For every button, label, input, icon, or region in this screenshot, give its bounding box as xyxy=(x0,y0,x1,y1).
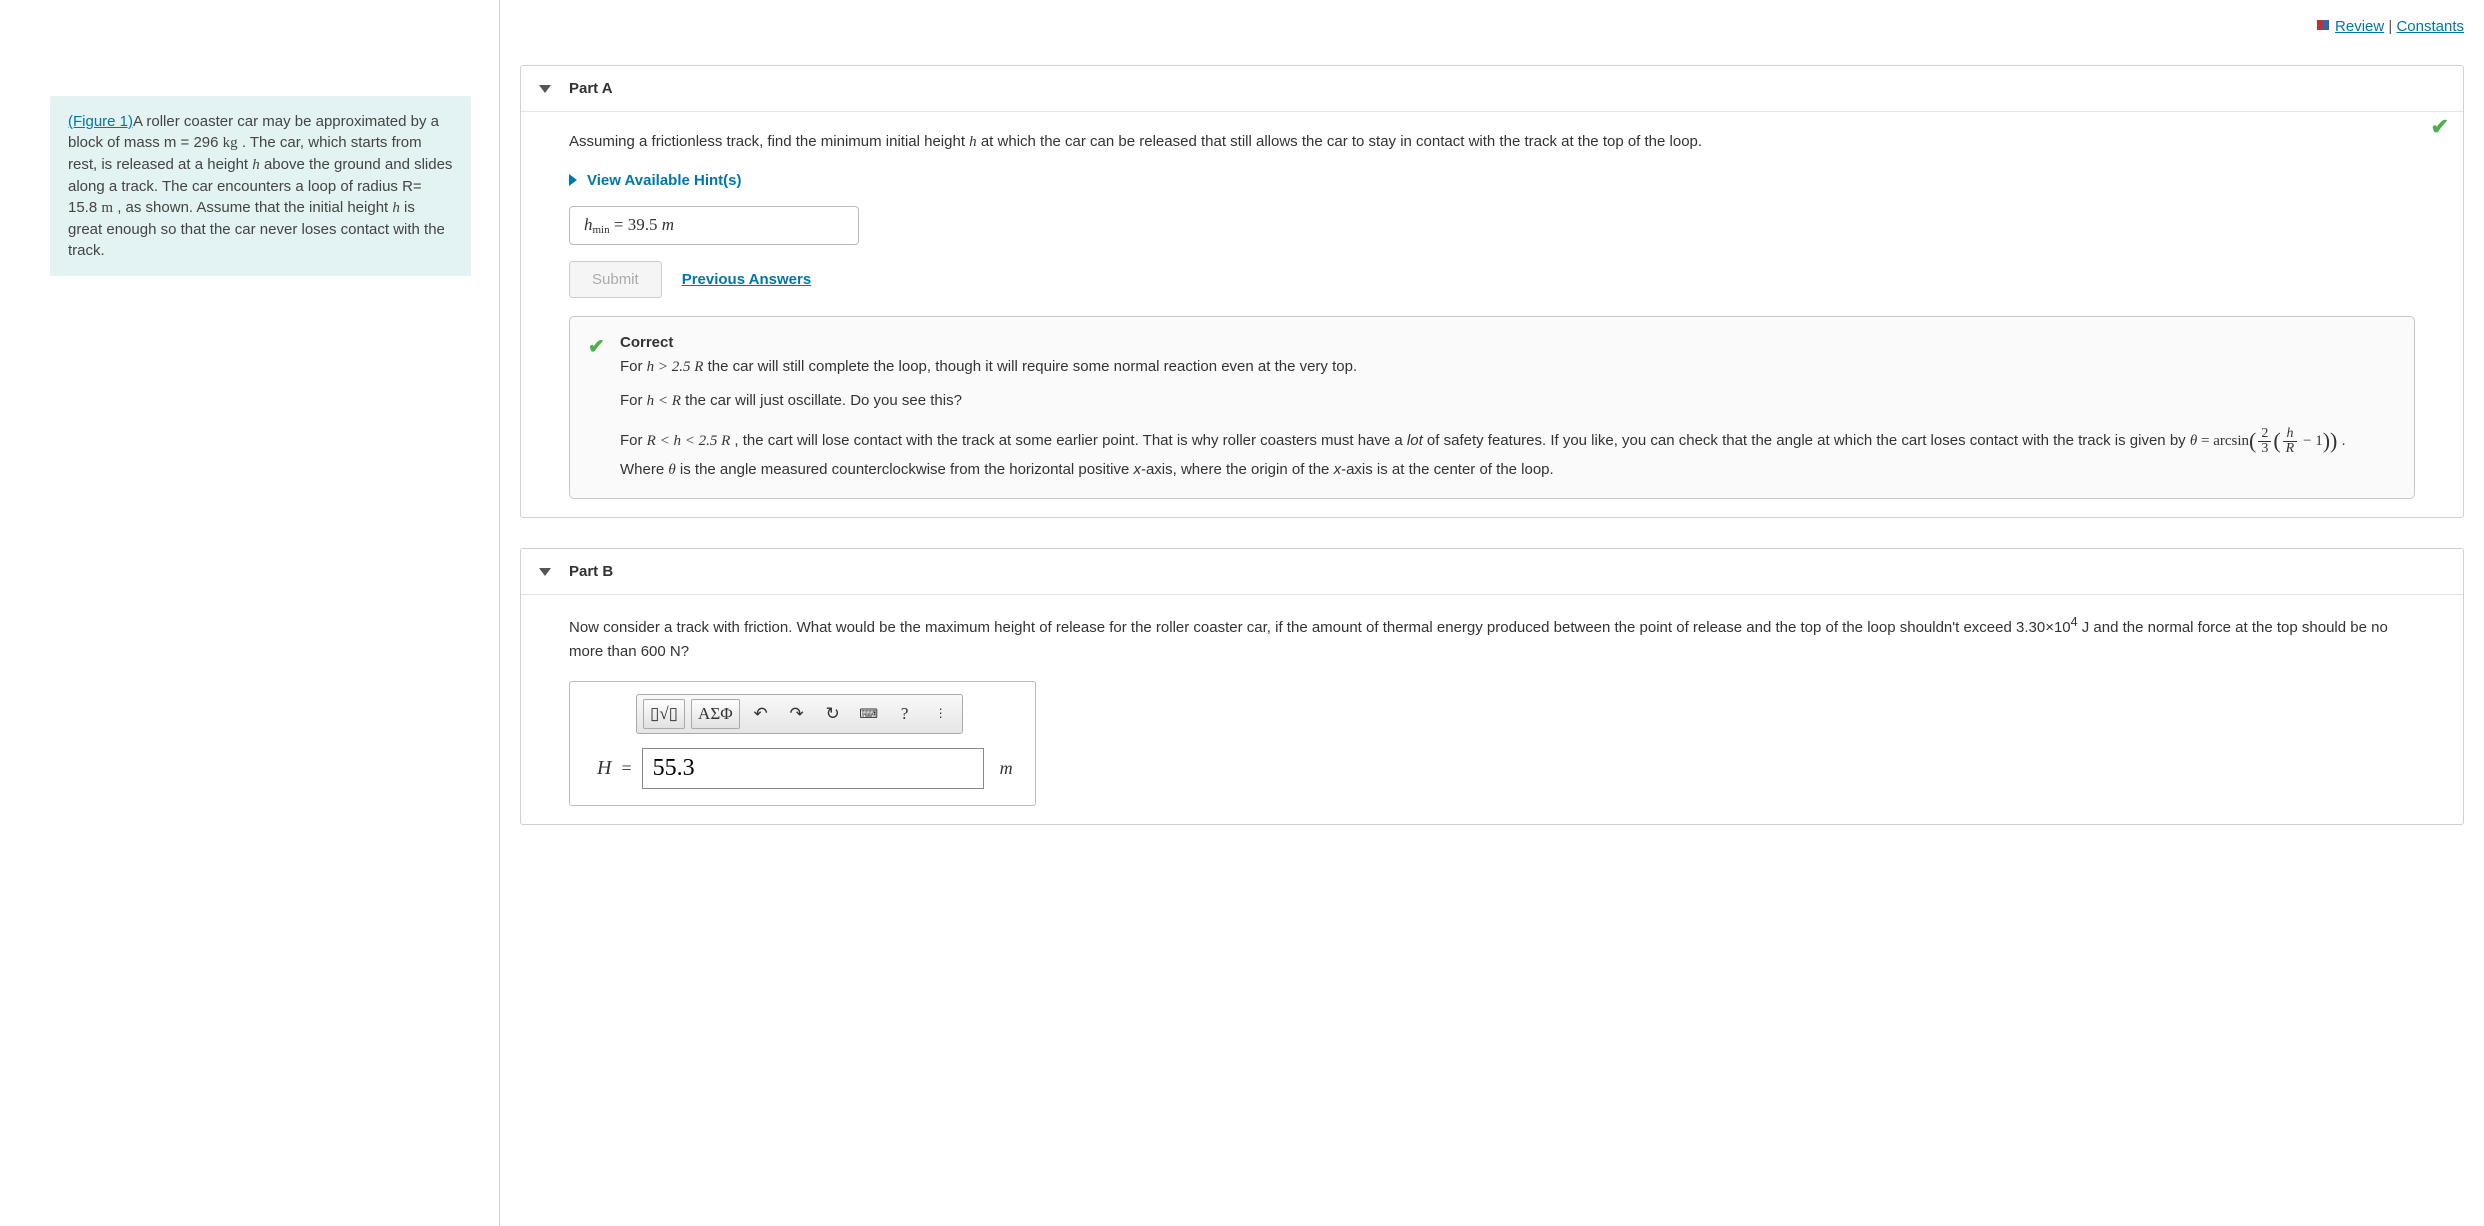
help-button[interactable]: ? xyxy=(890,699,920,729)
frac-2-3: 23 xyxy=(2258,427,2271,456)
redo-button[interactable]: ↷ xyxy=(782,699,812,729)
fb-arcsin: arcsin xyxy=(2213,433,2249,449)
submit-button: Submit xyxy=(569,261,662,298)
part-b-title: Part B xyxy=(569,563,613,580)
f2d: R xyxy=(2283,442,2298,456)
review-link[interactable]: Review xyxy=(2335,18,2384,35)
hints-label: View Available Hint(s) xyxy=(587,172,742,189)
eq-unit: m xyxy=(1000,758,1013,779)
equation-toolbar: ▯√▯ ΑΣΦ ↶ ↷ ↻ ⌨ ? ⋮ xyxy=(636,694,963,734)
f2n: h xyxy=(2283,427,2298,442)
reset-button[interactable]: ↻ xyxy=(818,699,848,729)
fb1b: h > 2.5 R xyxy=(647,359,704,375)
correct-label: Correct xyxy=(620,331,2394,355)
part-a-check-icon: ✔ xyxy=(2431,114,2449,140)
fb3g: is the angle measured counterclockwise f… xyxy=(676,461,1134,478)
right-column: Review | Constants ✔ Part A Assuming a f… xyxy=(500,0,2484,1226)
fb-theta2: θ xyxy=(668,462,675,478)
unit-m: m xyxy=(101,200,113,216)
undo-button[interactable]: ↶ xyxy=(746,699,776,729)
part-a-feedback: ✔ Correct For h > 2.5 R the car will sti… xyxy=(569,316,2415,499)
var-h-1: h xyxy=(252,157,260,173)
pb-exp: 4 xyxy=(2071,615,2078,629)
fb-eqs: = xyxy=(2197,433,2213,449)
fb-m1: − 1 xyxy=(2299,433,2322,449)
figure-link[interactable]: (Figure 1) xyxy=(68,113,133,130)
templates-button[interactable]: ▯√▯ xyxy=(643,699,685,729)
book-icon xyxy=(2317,20,2329,30)
fb3e: of safety features. If you like, you can… xyxy=(1423,432,2190,449)
part-a-title: Part A xyxy=(569,80,613,97)
part-a: ✔ Part A Assuming a frictionless track, … xyxy=(520,65,2464,518)
frac-h-r: hR xyxy=(2283,427,2298,456)
part-b-header[interactable]: Part B xyxy=(521,549,2463,595)
fb3h: -axis, where the origin of the xyxy=(1141,461,1334,478)
check-icon: ✔ xyxy=(588,331,605,363)
lparen1: ( xyxy=(2249,428,2256,453)
eq-equals: = xyxy=(621,758,631,779)
previous-answers-link[interactable]: Previous Answers xyxy=(682,271,812,288)
fb1c: the car will still complete the loop, th… xyxy=(703,358,1357,375)
unit-kg: kg xyxy=(223,135,238,151)
expand-icon xyxy=(569,174,577,186)
top-sep: | xyxy=(2384,18,2396,35)
equation-row: H = m xyxy=(597,748,1013,789)
fb2b: h < R xyxy=(647,393,681,409)
collapse-icon xyxy=(539,85,551,93)
feedback-line3: For R < h < 2.5 R , the cart will lose c… xyxy=(620,423,2394,482)
answer-input[interactable] xyxy=(642,748,984,789)
part-a-prompt: Assuming a frictionless track, find the … xyxy=(569,130,2415,154)
part-a-header[interactable]: Part A xyxy=(521,66,2463,112)
f1n: 2 xyxy=(2258,427,2271,442)
greek-button[interactable]: ΑΣΦ xyxy=(691,699,740,729)
var-h-2: h xyxy=(392,200,400,216)
rparen2: ) xyxy=(2323,428,2330,453)
left-column: (Figure 1)A roller coaster car may be ap… xyxy=(0,0,500,1226)
pa-prompt-1: Assuming a frictionless track, find the … xyxy=(569,133,969,150)
fb3c: , the cart will lose contact with the tr… xyxy=(730,432,1407,449)
keyboard-button[interactable]: ⌨ xyxy=(854,699,884,729)
part-b-body: Now consider a track with friction. What… xyxy=(521,595,2463,806)
eq-var-label: H xyxy=(597,757,611,780)
top-links: Review | Constants xyxy=(520,0,2464,65)
part-a-answer: hmin = 39.5 m xyxy=(569,206,859,245)
part-a-body: Assuming a frictionless track, find the … xyxy=(521,112,2463,499)
pa-prompt-var: h xyxy=(969,134,977,150)
part-b: Part B Now consider a track with frictio… xyxy=(520,548,2464,825)
constants-link[interactable]: Constants xyxy=(2396,18,2464,35)
fb3i: -axis is at the center of the loop. xyxy=(1341,461,1554,478)
ans-unit: m xyxy=(657,215,674,234)
fb-x1: x xyxy=(1133,461,1141,478)
pb-prompt-1: Now consider a track with friction. What… xyxy=(569,619,2071,636)
fb2a: For xyxy=(620,392,647,409)
problem-text-4: , as shown. Assume that the initial heig… xyxy=(113,199,392,216)
collapse-icon xyxy=(539,568,551,576)
fb3b: R < h < 2.5 R xyxy=(647,433,731,449)
fb3d: lot xyxy=(1407,432,1423,449)
fb1a: For xyxy=(620,358,647,375)
problem-statement: (Figure 1)A roller coaster car may be ap… xyxy=(50,96,471,276)
pa-prompt-2: at which the car can be released that st… xyxy=(977,133,1702,150)
f1d: 3 xyxy=(2258,442,2271,456)
ans-value: 39.5 xyxy=(628,215,658,234)
equation-input-wrap: ▯√▯ ΑΣΦ ↶ ↷ ↻ ⌨ ? ⋮ H = m xyxy=(569,681,1036,806)
ans-eq: = xyxy=(610,215,628,234)
more-button[interactable]: ⋮ xyxy=(926,699,956,729)
fb-x2: x xyxy=(1334,461,1342,478)
part-a-buttons: Submit Previous Answers xyxy=(569,261,2415,298)
feedback-line2: For h < R the car will just oscillate. D… xyxy=(620,389,2394,413)
part-b-prompt: Now consider a track with friction. What… xyxy=(569,613,2415,663)
ans-base: h xyxy=(584,215,593,234)
feedback-line1: For h > 2.5 R the car will still complet… xyxy=(620,355,2394,379)
fb3a: For xyxy=(620,432,647,449)
ans-sub: min xyxy=(593,224,610,236)
fb2c: the car will just oscillate. Do you see … xyxy=(681,392,962,409)
lparen2: ( xyxy=(2273,428,2280,453)
view-hints[interactable]: View Available Hint(s) xyxy=(569,172,2415,189)
